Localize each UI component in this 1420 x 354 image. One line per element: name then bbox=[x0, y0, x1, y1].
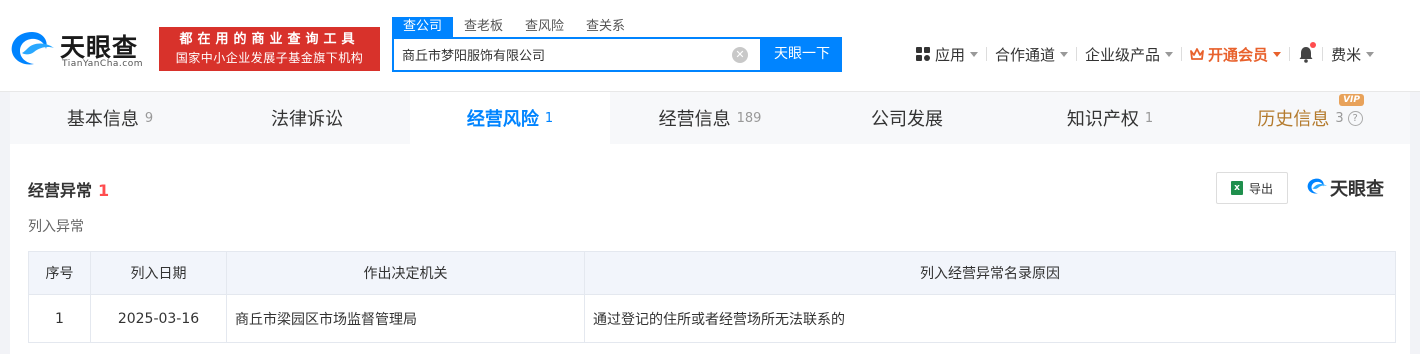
tab-business-risk[interactable]: 经营风险 1 bbox=[410, 92, 610, 144]
search-type-tabs: 查公司 查老板 查风险 查关系 bbox=[392, 17, 636, 37]
chevron-down-icon bbox=[1366, 51, 1375, 57]
top-header: 天眼查 TianYanCha.com 都在用的商业查询工具 国家中小企业发展子基… bbox=[0, 0, 1420, 92]
company-tabs: 基本信息 9 法律诉讼 经营风险 1 经营信息 189 公司发展 知识产权 1 … bbox=[10, 92, 1410, 144]
tab-label: 公司发展 bbox=[871, 109, 943, 130]
tab-label: 知识产权 bbox=[1066, 109, 1139, 130]
nav-vip-label: 开通会员 bbox=[1208, 45, 1269, 64]
tab-count: 1 bbox=[1144, 110, 1154, 126]
search-button[interactable]: 天眼一下 bbox=[762, 37, 842, 72]
col-date: 列入日期 bbox=[90, 251, 227, 295]
tab-business-info[interactable]: 经营信息 189 bbox=[610, 92, 810, 144]
search-tab-relation[interactable]: 查关系 bbox=[575, 17, 636, 37]
col-index: 序号 bbox=[28, 251, 91, 295]
banner-line-1: 都在用的商业查询工具 bbox=[179, 32, 360, 47]
export-label: 导出 bbox=[1248, 181, 1273, 196]
tab-count: 9 bbox=[144, 110, 154, 126]
section-subtitle: 列入异常 bbox=[28, 219, 84, 235]
nav-user-label: 费米 bbox=[1331, 45, 1362, 64]
tab-ip[interactable]: 知识产权 1 bbox=[1010, 92, 1210, 144]
nav-vip[interactable]: 开通会员 bbox=[1182, 42, 1289, 66]
tab-label: 基本信息 bbox=[66, 109, 139, 130]
search-tab-boss[interactable]: 查老板 bbox=[453, 17, 514, 37]
search-tab-company[interactable]: 查公司 bbox=[392, 17, 454, 37]
tianyancha-logo-icon bbox=[1307, 178, 1328, 194]
tab-litigation[interactable]: 法律诉讼 bbox=[210, 92, 410, 144]
clear-icon[interactable]: ✕ bbox=[732, 47, 748, 63]
nav-apps-label: 应用 bbox=[935, 45, 966, 64]
tab-history[interactable]: VIP 历史信息 3 ? bbox=[1210, 92, 1410, 144]
tab-label: 法律诉讼 bbox=[271, 109, 343, 130]
logo[interactable]: 天眼查 TianYanCha.com bbox=[8, 26, 153, 72]
nav-notifications[interactable] bbox=[1290, 42, 1322, 66]
notification-dot bbox=[1310, 42, 1317, 48]
nav-channel-label: 合作通道 bbox=[995, 45, 1056, 64]
search-tab-risk[interactable]: 查风险 bbox=[514, 17, 575, 37]
table-row: 1 2025-03-16 商丘市梁园区市场监督管理局 通过登记的住所或者经营场所… bbox=[28, 294, 1396, 343]
chevron-down-icon bbox=[1165, 51, 1174, 57]
brand-text: 天眼查 bbox=[1330, 179, 1384, 200]
section-title: 经营异常 1 bbox=[28, 177, 109, 201]
search-box: ✕ bbox=[392, 37, 762, 72]
tab-label: 经营风险 bbox=[466, 109, 539, 130]
nav-channel[interactable]: 合作通道 bbox=[987, 42, 1076, 66]
tab-label: 历史信息 bbox=[1257, 109, 1330, 130]
excel-icon: x bbox=[1230, 181, 1243, 195]
tab-basic-info[interactable]: 基本信息 9 bbox=[10, 92, 210, 144]
tianyancha-logo-icon bbox=[11, 32, 54, 65]
tab-count: 3 bbox=[1335, 110, 1344, 126]
nav-apps[interactable]: 应用 bbox=[908, 42, 986, 66]
tab-development[interactable]: 公司发展 bbox=[810, 92, 1010, 144]
nav-user[interactable]: 费米 bbox=[1323, 42, 1382, 66]
nav-enterprise-label: 企业级产品 bbox=[1085, 45, 1161, 64]
cell-date: 2025-03-16 bbox=[90, 294, 227, 343]
col-reason: 列入经营异常名录原因 bbox=[584, 251, 1396, 295]
tab-label: 经营信息 bbox=[658, 109, 731, 130]
content-panel: 基本信息 9 法律诉讼 经营风险 1 经营信息 189 公司发展 知识产权 1 … bbox=[10, 92, 1410, 354]
brand-watermark: 天眼查 bbox=[1306, 174, 1400, 200]
cell-reason: 通过登记的住所或者经营场所无法联系的 bbox=[584, 294, 1396, 343]
cell-authority[interactable]: 商丘市梁园区市场监督管理局 bbox=[226, 294, 585, 343]
chevron-down-icon bbox=[970, 51, 979, 57]
nav-enterprise[interactable]: 企业级产品 bbox=[1077, 42, 1181, 66]
chevron-down-icon bbox=[1273, 51, 1282, 57]
cell-index: 1 bbox=[28, 294, 91, 343]
crown-icon bbox=[1190, 47, 1204, 60]
banner-line-2: 国家中小企业发展子基金旗下机构 bbox=[175, 51, 364, 65]
promo-banner[interactable]: 都在用的商业查询工具 国家中小企业发展子基金旗下机构 bbox=[159, 27, 380, 71]
chevron-down-icon bbox=[1060, 51, 1069, 57]
logo-subtext: TianYanCha.com bbox=[62, 59, 144, 69]
help-icon[interactable]: ? bbox=[1347, 110, 1363, 126]
section-title-text: 经营异常 bbox=[28, 181, 93, 200]
apps-grid-icon bbox=[916, 47, 930, 61]
col-authority: 作出决定机关 bbox=[226, 251, 585, 295]
vip-badge: VIP bbox=[1339, 94, 1364, 106]
search-input[interactable] bbox=[402, 39, 722, 70]
section-count: 1 bbox=[98, 181, 110, 200]
table-header-row: 序号 列入日期 作出决定机关 列入经营异常名录原因 bbox=[28, 251, 1396, 295]
top-nav: 应用 合作通道 企业级产品 开通会员 费米 bbox=[908, 42, 1382, 66]
tab-count: 1 bbox=[544, 110, 554, 126]
tab-count: 189 bbox=[736, 110, 762, 126]
abnormal-operation-table: 序号 列入日期 作出决定机关 列入经营异常名录原因 1 2025-03-16 商… bbox=[28, 251, 1396, 343]
export-button[interactable]: x 导出 bbox=[1216, 172, 1288, 204]
